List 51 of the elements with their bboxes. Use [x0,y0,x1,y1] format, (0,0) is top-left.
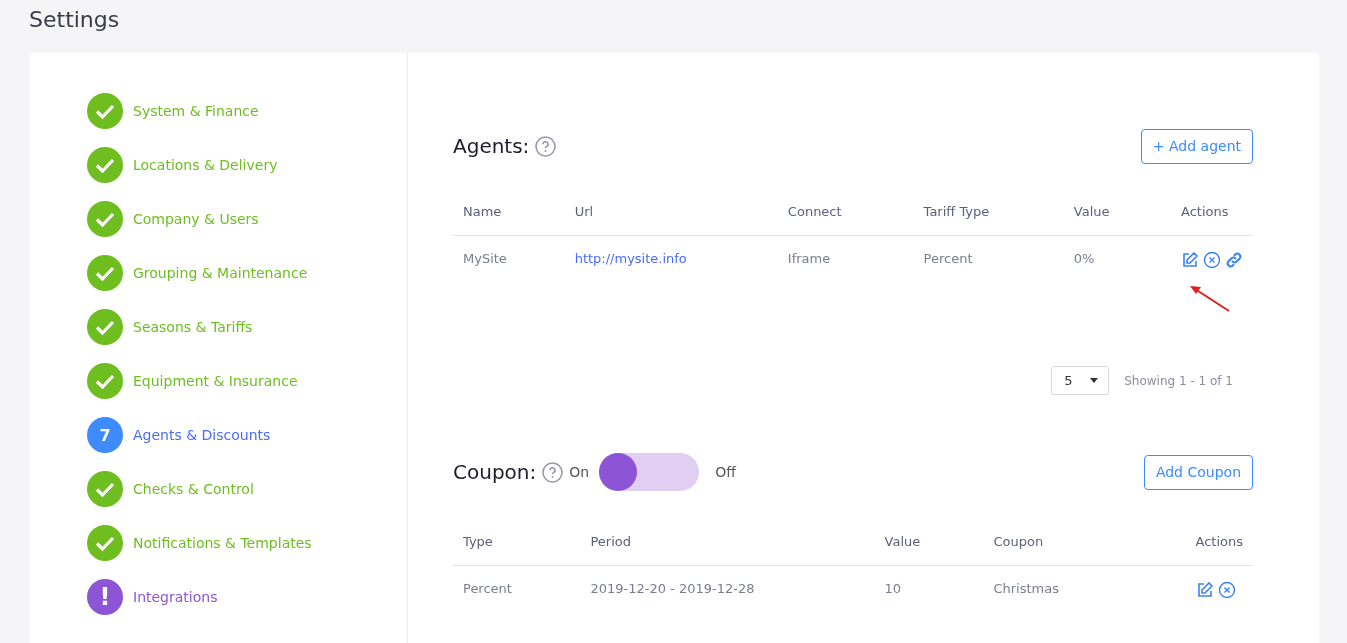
column-header: Type [453,517,581,566]
table-cell: Christmas [993,580,1059,596]
link-icon[interactable] [1225,251,1243,269]
section-title: Agents: [453,134,530,158]
table-cell: 2019-12-20 - 2019-12-28 [590,580,755,596]
column-header: Actions [1171,187,1253,236]
column-header: Tariff Type [913,187,1064,236]
step-link[interactable]: Grouping & Maintenance [133,265,308,281]
delete-icon[interactable] [1203,251,1221,269]
toggle-label: Off [715,464,736,480]
toggle-label: On [569,464,590,480]
pagination-info: Showing 1 - 1 of 1 [1124,373,1233,388]
url-link[interactable]: http://mysite.info [574,250,687,266]
step-link[interactable]: Checks & Control [133,481,254,497]
step-link[interactable]: Seasons & Tariffs [133,319,253,335]
page-title: Settings [29,6,121,34]
step-link[interactable]: Notifications & Templates [133,535,312,551]
delete-icon[interactable] [1217,581,1236,599]
table-cell: 10 [884,580,902,596]
page-size-dropdown[interactable]: 5 [1051,366,1110,395]
coupon-toggle[interactable] [599,453,700,491]
step-badge: 7 [87,417,123,453]
edit-icon[interactable] [1181,251,1199,269]
table-cell: Iframe [787,250,831,266]
table-cell: 0% [1073,250,1095,266]
column-header: Name [453,187,565,236]
step-link[interactable]: System & Finance [133,103,259,119]
column-header: Coupon [983,517,1186,566]
column-header: Connect [777,187,914,236]
add-coupon-button[interactable]: Add Coupon [1143,454,1253,490]
add-agent-button[interactable]: + Add agent [1140,128,1253,164]
column-header: Actions [1185,517,1253,566]
help-icon[interactable] [535,135,557,157]
column-header: Period [580,517,875,566]
column-header: Value [1063,187,1171,236]
step-link[interactable]: Agents & Discounts [133,427,271,443]
step-link[interactable]: Integrations [133,589,218,605]
step-link[interactable]: Company & Users [133,211,259,227]
table-cell: Percent [923,250,973,266]
step-link[interactable]: Locations & Delivery [133,157,278,173]
step-badge: ! [87,579,123,615]
table-cell: MySite [463,250,507,266]
help-icon[interactable] [542,461,564,483]
section-title: Coupon: [453,460,537,484]
column-header: Url [564,187,778,236]
table-cell: Percent [463,580,512,596]
edit-icon[interactable] [1195,581,1214,599]
step-link[interactable]: Equipment & Insurance [133,373,298,389]
caret-icon [1090,378,1099,383]
annotation-arrow [1189,285,1231,313]
column-header: Value [874,517,984,566]
